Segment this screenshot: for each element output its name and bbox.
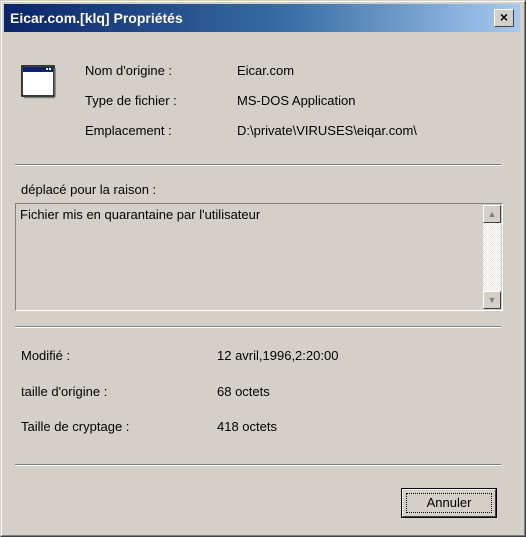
modified-label: Modifié : — [21, 348, 71, 363]
divider-top — [15, 164, 501, 166]
close-icon: × — [499, 9, 509, 25]
arrow-down-icon: ▼ — [487, 295, 497, 305]
original-size-label: taille d'origine : — [21, 384, 108, 399]
properties-dialog: Eicar.com.[klq] Propriétés × Nom d'origi… — [0, 0, 526, 537]
encrypted-size-value: 418 octets — [217, 419, 277, 434]
application-window-icon — [21, 65, 56, 99]
divider-middle — [15, 326, 501, 328]
reason-text: Fichier mis en quarantaine par l'utilisa… — [20, 207, 261, 222]
encrypted-size-label: Taille de cryptage : — [21, 419, 130, 434]
reason-scrollbar[interactable]: ▲ ▼ — [483, 205, 501, 309]
location-value: D:\private\VIRUSES\eiqar.com\ — [237, 123, 417, 138]
arrow-up-icon: ▲ — [487, 209, 497, 219]
reason-label: déplacé pour la raison : — [21, 182, 157, 197]
reason-textarea[interactable]: Fichier mis en quarantaine par l'utilisa… — [15, 203, 503, 311]
scroll-down-button[interactable]: ▼ — [483, 291, 501, 309]
title-bar[interactable]: Eicar.com.[klq] Propriétés × — [4, 4, 520, 32]
window-title: Eicar.com.[klq] Propriétés — [10, 10, 183, 26]
location-label: Emplacement : — [85, 123, 172, 138]
scroll-up-button[interactable]: ▲ — [483, 205, 501, 223]
modified-value: 12 avril,1996,2:20:00 — [217, 348, 339, 363]
cancel-button[interactable]: Annuler — [401, 488, 497, 518]
divider-bottom — [15, 464, 501, 466]
original-name-value: Eicar.com — [237, 63, 295, 78]
original-name-label: Nom d'origine : — [85, 63, 173, 78]
original-size-value: 68 octets — [217, 384, 270, 399]
file-type-label: Type de fichier : — [85, 93, 177, 108]
close-button[interactable]: × — [494, 9, 514, 27]
cancel-button-label: Annuler — [426, 495, 472, 510]
file-type-value: MS-DOS Application — [237, 93, 356, 108]
